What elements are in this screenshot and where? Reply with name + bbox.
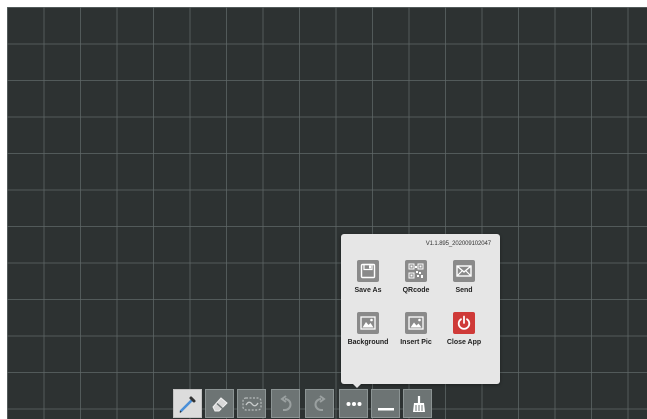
lasso-icon <box>241 396 262 411</box>
background-button[interactable]: Background <box>343 312 393 356</box>
version-label: V1.1.895_202009102047 <box>425 241 491 247</box>
clear-button[interactable] <box>403 389 432 418</box>
qrcode-label: QRcode <box>402 287 430 294</box>
mail-icon <box>453 260 475 282</box>
more-dots-icon <box>346 401 361 406</box>
eraser-tool-button[interactable] <box>205 389 234 418</box>
broom-icon <box>412 395 425 412</box>
more-button[interactable] <box>339 389 368 418</box>
whiteboard-canvas[interactable] <box>7 7 647 419</box>
qrcode-button[interactable]: QRcode <box>391 260 441 304</box>
save-as-button[interactable]: Save As <box>343 260 393 304</box>
minimize-icon <box>377 407 394 410</box>
redo-icon <box>314 394 326 411</box>
close-app-button[interactable]: Close App <box>439 312 489 356</box>
insert-picture-icon <box>405 312 427 334</box>
menu-pointer <box>352 383 362 388</box>
send-label: Send <box>455 287 473 294</box>
lasso-tool-button[interactable] <box>237 389 266 418</box>
send-button[interactable]: Send <box>439 260 489 304</box>
minimize-button[interactable] <box>371 389 400 418</box>
save-as-label: Save As <box>354 287 382 294</box>
more-menu-panel: V1.1.895_202009102047 Save As QRcode Sen… <box>341 234 500 384</box>
close-app-label: Close App <box>446 339 482 346</box>
pen-icon <box>179 396 195 413</box>
power-icon <box>453 312 475 334</box>
eraser-icon <box>211 396 228 411</box>
pen-tool-button[interactable] <box>173 389 202 418</box>
background-image-icon <box>357 312 379 334</box>
undo-icon <box>279 394 291 411</box>
insert-pic-label: Insert Pic <box>400 339 432 346</box>
redo-button[interactable] <box>305 389 334 418</box>
save-icon <box>357 260 379 282</box>
background-label: Background <box>347 339 389 346</box>
qrcode-icon <box>405 260 427 282</box>
undo-button[interactable] <box>271 389 300 418</box>
insert-pic-button[interactable]: Insert Pic <box>391 312 441 356</box>
